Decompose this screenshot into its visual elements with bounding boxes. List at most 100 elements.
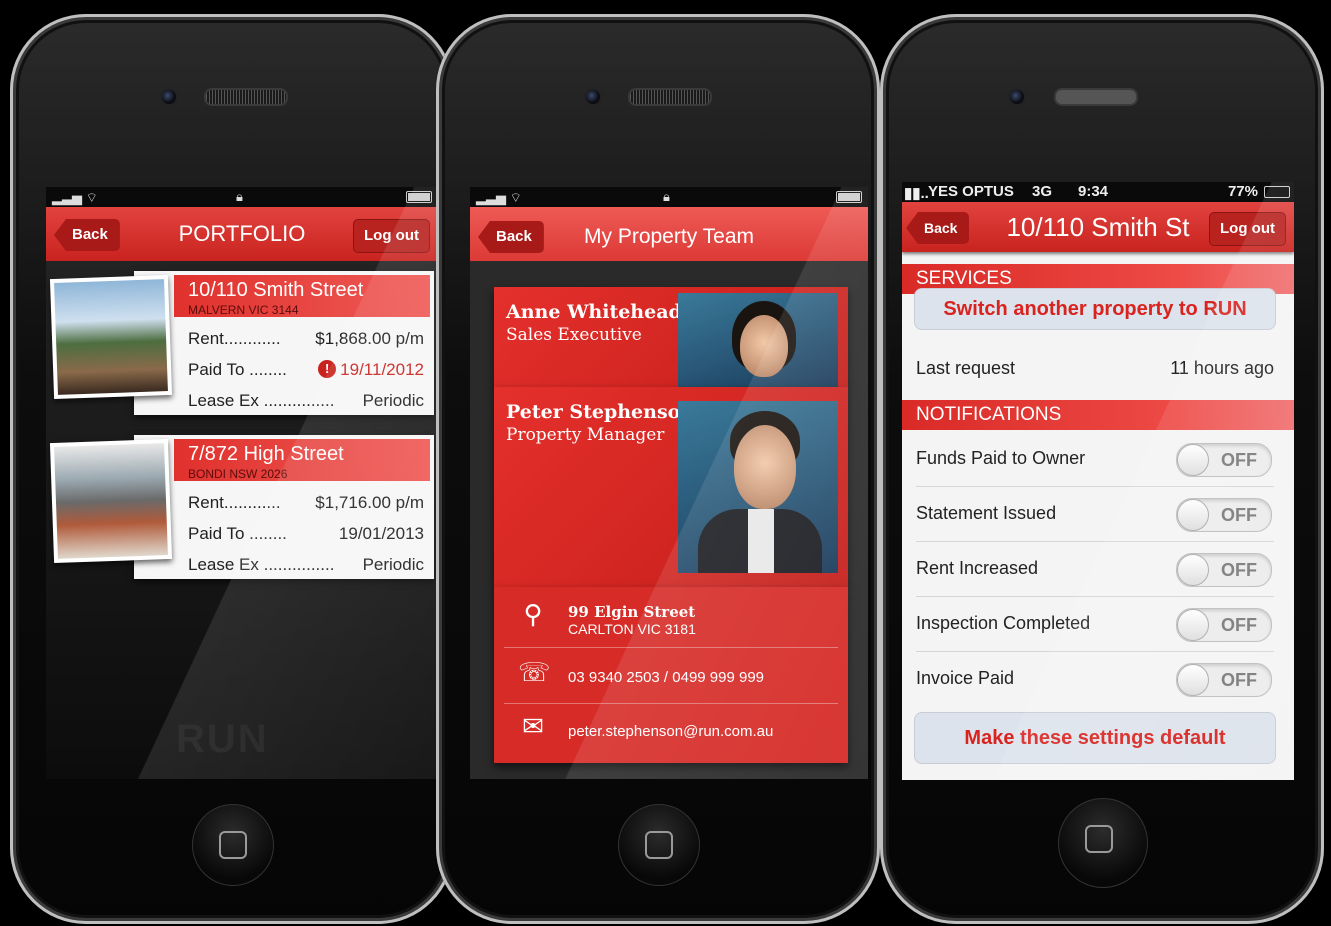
battery-icon — [406, 191, 432, 203]
warning-icon: ! — [318, 360, 337, 378]
signal-icon: ▮▮.. — [904, 185, 929, 202]
toggle-row: Statement Issued OFF — [916, 487, 1274, 542]
paid-value: 19/01/2013 — [338, 524, 424, 543]
status-bar: ▂▃▅ ⌔ 🔒︎ — [46, 187, 438, 207]
divider — [504, 647, 838, 648]
earpiece-speaker — [628, 88, 712, 106]
paid-row: Paid To ........ ! 19/11/2012 — [188, 360, 424, 380]
toggle-switch[interactable]: OFF — [1176, 553, 1272, 587]
toggle-state: OFF — [1221, 450, 1257, 470]
make-default-button[interactable]: Make these settings default — [914, 712, 1276, 764]
toggle-state: OFF — [1221, 505, 1257, 525]
clock: 9:34 — [1078, 183, 1109, 200]
property-street: 7/872 High Street — [188, 443, 344, 465]
toggle-switch[interactable]: OFF — [1176, 608, 1272, 642]
last-request-value: 11 hours ago — [1170, 358, 1274, 378]
signal-icon: ▂▃▅ ⌔ — [476, 190, 522, 205]
toggle-switch[interactable]: OFF — [1176, 663, 1272, 697]
network-type: 3G — [1032, 183, 1053, 200]
property-card[interactable]: 7/872 High Street BONDI NSW 2026 Rent...… — [49, 435, 434, 579]
team-screen: ▂▃▅ ⌔ 🔒︎ Back My Property Team Anne Whit… — [470, 187, 868, 779]
contact-panel: ⚲ 99 Elgin Street CARLTON VIC 3181 ☏ 03 … — [494, 587, 848, 763]
toggle-label: Statement Issued — [916, 503, 1057, 523]
nav-bar: Back PORTFOLIO Log out — [46, 207, 438, 261]
toggle-knob — [1177, 444, 1209, 476]
switch-property-button[interactable]: Switch another property to RUN — [914, 288, 1276, 330]
phone-number[interactable]: 03 9340 2503 / 0499 999 999 — [568, 669, 764, 686]
toggle-switch[interactable]: OFF — [1176, 498, 1272, 532]
paid-value-wrap: ! 19/11/2012 — [318, 360, 424, 380]
page-title: My Property Team — [584, 225, 754, 248]
rent-row: Rent............ $1,868.00 p/m — [188, 329, 424, 349]
property-photo — [49, 438, 173, 564]
paid-label: Paid To ........ — [188, 524, 287, 543]
notifications-header: NOTIFICATIONS — [902, 400, 1294, 430]
mail-icon: ✉ — [522, 711, 544, 741]
front-camera — [584, 88, 602, 106]
nav-bar: Back 10/110 Smith St Log out — [902, 202, 1294, 252]
signal-icon: ▂▃▅ ⌔ — [52, 190, 98, 205]
team-member-card[interactable]: Peter Stephenson Property Manager — [494, 387, 848, 587]
battery-percent: 77% — [1227, 183, 1258, 200]
location-pin-icon: ⚲ — [523, 599, 543, 629]
toggle-label: Rent Increased — [916, 558, 1039, 578]
toggle-row: Funds Paid to Owner OFF — [916, 432, 1274, 487]
earpiece-speaker — [204, 88, 288, 106]
paid-value: 19/11/2012 — [340, 360, 424, 379]
email-address[interactable]: peter.stephenson@run.com.au — [568, 723, 773, 740]
last-request-row: Last request 11 hours ago — [916, 342, 1274, 396]
toggle-state: OFF — [1221, 560, 1257, 580]
carrier: YES OPTUS — [928, 183, 1014, 200]
lock-icon: 🔒︎ — [663, 189, 670, 204]
phone-team: ▂▃▅ ⌔ 🔒︎ Back My Property Team Anne Whit… — [436, 14, 880, 924]
divider — [504, 703, 838, 704]
toggle-row: Rent Increased OFF — [916, 542, 1274, 597]
member-photo — [678, 401, 838, 573]
phone-icon: ☏ — [518, 657, 551, 687]
run-watermark: RUN — [176, 717, 269, 761]
toggle-switch[interactable]: OFF — [1176, 443, 1272, 477]
address-line1: 99 Elgin Street — [568, 603, 696, 621]
earpiece-speaker — [1054, 88, 1138, 106]
logout-button[interactable]: Log out — [1209, 212, 1286, 246]
toggle-knob — [1177, 609, 1209, 641]
portfolio-screen: ▂▃▅ ⌔ 🔒︎ Back PORTFOLIO Log out 10/110 S… — [46, 187, 438, 779]
home-button[interactable] — [192, 804, 274, 886]
rent-row: Rent............ $1,716.00 p/m — [188, 493, 424, 513]
toggle-label: Funds Paid to Owner — [916, 448, 1086, 468]
member-name: Peter Stephenson — [506, 401, 695, 423]
home-button[interactable] — [1058, 798, 1148, 888]
team-list: Anne Whitehead Sales Executive Peter Ste… — [470, 261, 868, 779]
portfolio-list: 10/110 Smith Street MALVERN VIC 3144 Ren… — [46, 261, 438, 779]
lease-label: Lease Ex ............... — [188, 555, 335, 574]
toggle-row: Inspection Completed OFF — [916, 597, 1274, 652]
lease-value: Periodic — [362, 555, 424, 574]
toggle-row: Invoice Paid OFF — [916, 652, 1274, 706]
member-photo — [678, 293, 838, 387]
home-button[interactable] — [618, 804, 700, 886]
logout-button[interactable]: Log out — [353, 219, 430, 253]
rent-label: Rent............ — [188, 493, 281, 512]
toggle-state: OFF — [1221, 615, 1257, 635]
property-suburb: BONDI NSW 2026 — [188, 467, 288, 481]
toggle-knob — [1177, 499, 1209, 531]
property-suburb: MALVERN VIC 3144 — [188, 303, 299, 317]
property-street: 10/110 Smith Street — [188, 279, 364, 301]
rent-value: $1,716.00 p/m — [315, 493, 424, 512]
paid-row: Paid To ........ 19/01/2013 — [188, 524, 424, 544]
rent-value: $1,868.00 p/m — [315, 329, 424, 348]
front-camera — [1008, 88, 1026, 106]
lease-row: Lease Ex ............... Periodic — [188, 555, 424, 575]
phone-settings: ▮▮.. YES OPTUS 3G 9:34 77% Back 10/110 S… — [880, 14, 1324, 924]
lease-row: Lease Ex ............... Periodic — [188, 391, 424, 411]
toggle-knob — [1177, 664, 1209, 696]
property-card[interactable]: 10/110 Smith Street MALVERN VIC 3144 Ren… — [49, 271, 434, 415]
rent-label: Rent............ — [188, 329, 281, 348]
status-bar: ▮▮.. YES OPTUS 3G 9:34 77% — [902, 182, 1294, 202]
team-member-card[interactable]: Anne Whitehead Sales Executive — [494, 287, 848, 387]
paid-label: Paid To ........ — [188, 360, 287, 379]
property-photo — [49, 274, 173, 400]
address-line2: CARLTON VIC 3181 — [568, 621, 696, 637]
member-name: Anne Whitehead — [506, 301, 682, 323]
lease-label: Lease Ex ............... — [188, 391, 335, 410]
